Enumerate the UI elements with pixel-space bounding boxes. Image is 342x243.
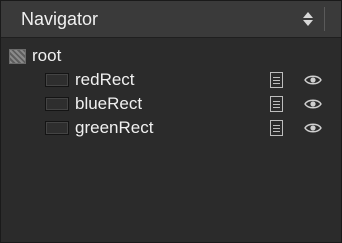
tree-item-redrect[interactable]: redRect xyxy=(1,68,341,92)
sort-toggle-icon[interactable] xyxy=(301,10,315,28)
tree-item-root[interactable]: root xyxy=(1,44,341,68)
tree-item-bluerect[interactable]: blueRect xyxy=(1,92,341,116)
sort-down-icon xyxy=(303,20,313,26)
tree-item-label: redRect xyxy=(75,70,135,89)
eye-icon[interactable] xyxy=(304,122,322,134)
tree-item-label: blueRect xyxy=(75,94,143,113)
navigator-panel: Navigator root redRect blueRect greenRec… xyxy=(0,0,342,243)
document-icon[interactable] xyxy=(270,72,283,88)
tree-item-label: greenRect xyxy=(75,118,154,137)
document-icon[interactable] xyxy=(270,96,283,112)
eye-icon[interactable] xyxy=(304,98,322,110)
rectangle-icon xyxy=(45,97,69,111)
layer-tree: root redRect blueRect greenRect xyxy=(1,38,341,140)
document-icon[interactable] xyxy=(270,120,283,136)
tree-item-label: root xyxy=(32,46,62,65)
sort-up-icon xyxy=(303,12,313,18)
rectangle-icon xyxy=(45,121,69,135)
header-divider xyxy=(324,7,325,31)
eye-icon[interactable] xyxy=(304,74,322,86)
navigator-header: Navigator xyxy=(1,1,341,38)
panel-title: Navigator xyxy=(21,8,99,29)
rectangle-icon xyxy=(45,73,69,87)
hatched-layer-icon xyxy=(9,48,26,64)
tree-item-greenrect[interactable]: greenRect xyxy=(1,116,341,140)
